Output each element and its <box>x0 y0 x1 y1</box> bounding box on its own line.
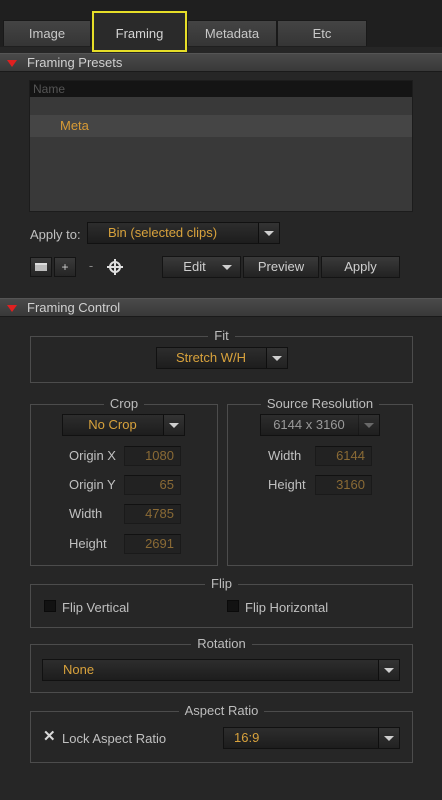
origin-y-field[interactable]: 65 <box>124 475 181 495</box>
remove-preset-button[interactable]: - <box>84 257 98 277</box>
flip-horizontal-checkbox[interactable] <box>227 600 239 612</box>
folder-icon <box>35 263 47 271</box>
origin-y-label: Origin Y <box>69 477 116 492</box>
chevron-down-icon <box>358 415 379 435</box>
chevron-down-icon <box>266 348 287 368</box>
source-resolution-value: 6144 x 3160 <box>273 417 345 432</box>
chevron-down-icon <box>222 265 232 270</box>
target-button[interactable] <box>105 257 125 277</box>
source-height-label: Height <box>268 477 306 492</box>
add-preset-button[interactable]: + <box>54 257 76 277</box>
collapse-triangle-icon[interactable] <box>7 60 17 67</box>
tab-framing[interactable]: Framing <box>92 11 187 52</box>
source-resolution-title: Source Resolution <box>260 396 380 411</box>
origin-x-field[interactable]: 1080 <box>124 446 181 466</box>
fit-title: Fit <box>208 328 235 343</box>
apply-to-dropdown[interactable]: Bin (selected clips) <box>87 222 280 244</box>
apply-button[interactable]: Apply <box>321 256 400 278</box>
aspect-ratio-value: 16:9 <box>234 730 260 745</box>
aspect-ratio-title: Aspect Ratio <box>178 703 265 718</box>
collapse-triangle-icon[interactable] <box>7 305 17 312</box>
crop-title: Crop <box>103 396 145 411</box>
list-item[interactable]: Meta <box>30 115 412 137</box>
rotation-title: Rotation <box>191 636 252 651</box>
chevron-down-icon <box>258 223 279 243</box>
crop-mode-dropdown[interactable]: No Crop <box>62 414 185 436</box>
source-height-field: 3160 <box>315 475 372 495</box>
tab-bar: Image Framing Metadata Etc <box>0 0 442 52</box>
lock-aspect-label[interactable]: Lock Aspect Ratio <box>62 731 166 746</box>
flip-title: Flip <box>205 576 238 591</box>
check-x-icon: ✕ <box>43 728 56 745</box>
crosshair-icon <box>107 259 123 275</box>
tab-etc[interactable]: Etc <box>277 20 367 46</box>
lock-aspect-checkbox[interactable]: ✕ <box>42 728 56 745</box>
framing-presets-title: Framing Presets <box>27 55 123 70</box>
plus-icon: + <box>61 260 69 274</box>
framing-presets-header[interactable]: Framing Presets <box>0 53 442 72</box>
flip-vertical-label[interactable]: Flip Vertical <box>62 600 129 615</box>
fit-dropdown[interactable]: Stretch W/H <box>156 347 288 369</box>
flip-horizontal-label[interactable]: Flip Horizontal <box>245 600 328 615</box>
minus-icon: - <box>88 258 94 273</box>
folder-button[interactable] <box>30 257 52 277</box>
crop-height-label: Height <box>69 536 107 551</box>
source-resolution-dropdown: 6144 x 3160 <box>260 414 380 436</box>
presets-list[interactable]: Name Meta <box>29 80 413 212</box>
apply-to-label: Apply to: <box>30 227 81 242</box>
list-column-name[interactable]: Name <box>30 81 412 97</box>
source-width-field: 6144 <box>315 446 372 466</box>
crop-width-label: Width <box>69 506 103 521</box>
framing-control-title: Framing Control <box>27 300 121 315</box>
preview-button[interactable]: Preview <box>243 256 319 278</box>
crop-width-field[interactable]: 4785 <box>124 504 181 524</box>
framing-control-header[interactable]: Framing Control <box>0 298 442 317</box>
tab-image[interactable]: Image <box>3 20 91 46</box>
chevron-down-icon <box>378 660 399 680</box>
flip-vertical-checkbox[interactable] <box>44 600 56 612</box>
chevron-down-icon <box>163 415 184 435</box>
chevron-down-icon <box>378 728 399 748</box>
crop-mode-value: No Crop <box>88 417 137 432</box>
edit-label: Edit <box>183 259 206 274</box>
aspect-ratio-dropdown[interactable]: 16:9 <box>223 727 400 749</box>
crop-height-field[interactable]: 2691 <box>124 534 181 554</box>
tab-metadata[interactable]: Metadata <box>187 20 277 46</box>
source-width-label: Width <box>268 448 302 463</box>
apply-to-value: Bin (selected clips) <box>108 225 218 240</box>
origin-x-label: Origin X <box>69 448 116 463</box>
edit-button[interactable]: Edit <box>162 256 241 278</box>
rotation-dropdown[interactable]: None <box>42 659 400 681</box>
fit-value: Stretch W/H <box>175 350 247 365</box>
rotation-value: None <box>63 662 95 677</box>
